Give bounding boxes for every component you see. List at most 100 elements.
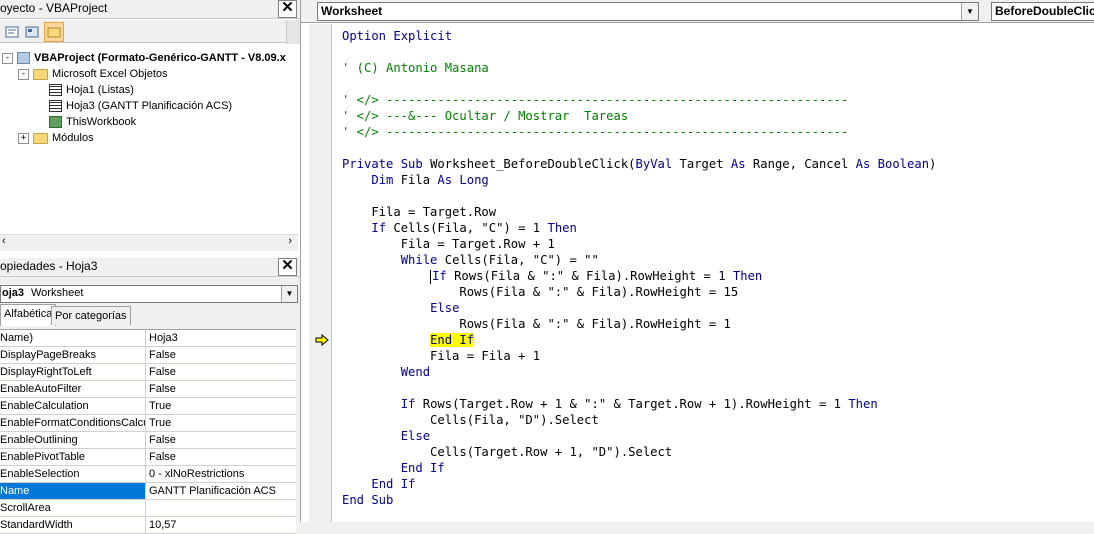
code-line[interactable]: End Sub <box>342 492 393 508</box>
code-line[interactable]: Fila = Fila + 1 <box>342 348 540 364</box>
property-value[interactable]: True <box>149 415 296 431</box>
object-combo[interactable]: Worksheet ▼ <box>317 2 979 21</box>
properties-object-combo[interactable]: oja3 Worksheet ▼ <box>0 285 298 303</box>
tree-node-2[interactable]: Hoja1 (Listas) <box>34 82 134 98</box>
property-value[interactable]: True <box>149 398 296 414</box>
property-value[interactable]: False <box>149 432 296 448</box>
tree-node-3[interactable]: Hoja3 (GANTT Planificación ACS) <box>34 98 232 114</box>
project-hscrollbar[interactable]: ‹ › <box>0 234 298 251</box>
tree-node-5[interactable]: + Módulos <box>18 130 94 146</box>
code-line[interactable]: Else <box>342 300 459 316</box>
code-line[interactable]: If Rows(Target.Row + 1 & ":" & Target.Ro… <box>342 396 878 412</box>
dropdown-arrow-icon[interactable]: ▼ <box>281 286 297 302</box>
view-object-icon[interactable] <box>22 22 42 42</box>
code-line[interactable]: End If <box>342 332 475 348</box>
tree-node-1[interactable]: - Microsoft Excel Objetos <box>18 66 168 82</box>
property-value[interactable]: 10,57 <box>149 517 296 533</box>
property-value[interactable] <box>149 500 296 516</box>
property-row[interactable]: Name) Hoja3 <box>0 330 296 347</box>
code-line[interactable]: End If <box>342 476 415 492</box>
code-line[interactable]: Rows(Fila & ":" & Fila).RowHeight = 1 <box>342 316 731 332</box>
code-line[interactable]: ' </> ----------------------------------… <box>342 124 848 140</box>
code-token: Range, Cancel <box>745 157 856 171</box>
project-toolbar <box>0 20 300 43</box>
close-icon[interactable]: ✕ <box>278 0 297 18</box>
property-row[interactable]: EnablePivotTable False <box>0 449 296 466</box>
tree-node-label: Hoja1 (Listas) <box>66 84 134 96</box>
procedure-combo[interactable]: BeforeDoubleClick <box>991 2 1094 21</box>
property-row[interactable]: EnableFormatConditionsCalcula True <box>0 415 296 432</box>
code-line[interactable]: ' </> ----------------------------------… <box>342 92 848 108</box>
code-token: Private Sub <box>342 157 431 171</box>
code-token: Rows(Fila & ":" & Fila).RowHeight = 15 <box>342 285 739 299</box>
property-value[interactable]: 0 - xlNoRestrictions <box>149 466 296 482</box>
tree-node-0[interactable]: - VBAProject (Formato-Genérico-GANTT - V8… <box>2 50 286 66</box>
view-code-icon[interactable] <box>2 22 22 42</box>
code-line[interactable]: End If <box>342 460 445 476</box>
property-row[interactable]: Name GANTT Planificación ACS <box>0 483 296 500</box>
properties-window: opiedades - Hoja3 ✕ oja3 Worksheet ▼ Alf… <box>0 258 301 534</box>
code-token: ByVal <box>635 157 673 171</box>
code-line[interactable]: Rows(Fila & ":" & Fila).RowHeight = 15 <box>342 284 738 300</box>
expander-icon[interactable]: + <box>18 132 29 144</box>
property-name: ScrollArea <box>0 500 146 516</box>
code-line[interactable]: Wend <box>342 364 430 380</box>
property-row[interactable]: EnableCalculation True <box>0 398 296 415</box>
property-name: EnableAutoFilter <box>0 381 146 397</box>
sheet-icon <box>49 84 62 96</box>
scroll-left-icon[interactable]: ‹ <box>2 235 6 247</box>
tree-node-label: ThisWorkbook <box>66 116 137 128</box>
toggle-folders-icon[interactable] <box>44 22 64 42</box>
code-line[interactable]: Dim Fila As Long <box>342 172 488 188</box>
code-line[interactable]: Option Explicit <box>342 28 452 44</box>
tab-por-categorias[interactable]: Por categorías <box>51 306 131 325</box>
property-value[interactable]: False <box>149 364 296 380</box>
code-line[interactable]: Cells(Fila, "D").Select <box>342 412 599 428</box>
close-icon[interactable]: ✕ <box>278 258 297 276</box>
code-token: ' </> ----------------------------------… <box>342 93 849 107</box>
code-line[interactable]: Fila = Target.Row + 1 <box>342 236 555 252</box>
code-line[interactable]: Private Sub Worksheet_BeforeDoubleClick(… <box>342 156 936 172</box>
property-row[interactable]: EnableOutlining False <box>0 432 296 449</box>
expander-icon[interactable]: - <box>2 52 13 64</box>
dropdown-arrow-icon[interactable]: ▼ <box>961 3 978 20</box>
code-token: Else <box>400 429 431 443</box>
code-line[interactable]: ' (C) Antonio Masana <box>342 60 489 76</box>
property-row[interactable]: ScrollArea <box>0 500 296 517</box>
object-type: Worksheet <box>31 287 84 299</box>
tab-alfabetica[interactable]: Alfabética <box>0 304 57 326</box>
property-row[interactable]: DisplayPageBreaks False <box>0 347 296 364</box>
code-line[interactable]: Else <box>342 428 430 444</box>
property-row[interactable]: EnableAutoFilter False <box>0 381 296 398</box>
expander-icon[interactable]: - <box>18 68 29 80</box>
property-value[interactable]: False <box>149 347 296 363</box>
tree-node-4[interactable]: ThisWorkbook <box>34 114 136 130</box>
code-margin[interactable] <box>309 24 332 522</box>
property-value[interactable]: GANTT Planificación ACS <box>149 483 296 499</box>
tree-node-label: Módulos <box>52 132 94 144</box>
property-value[interactable]: Hoja3 <box>149 330 296 346</box>
code-line[interactable]: ' </> ---&--- Ocultar / Mostrar Tareas <box>342 108 628 124</box>
code-token: ' (C) Antonio Masana <box>342 61 489 75</box>
property-row[interactable]: StandardWidth 10,57 <box>0 517 296 534</box>
code-line[interactable]: If Cells(Fila, "C") = 1 Then <box>342 220 576 236</box>
code-token: Else <box>430 301 460 315</box>
project-scrollbar[interactable] <box>286 20 300 44</box>
scroll-right-icon[interactable]: › <box>288 235 292 247</box>
code-token: Rows(Fila & ":" & Fila).RowHeight = 1 <box>446 269 733 283</box>
project-explorer-title: oyecto - VBAProject <box>0 1 108 15</box>
code-token: Fila = Target.Row <box>342 205 497 219</box>
property-value[interactable]: False <box>149 381 296 397</box>
code-line[interactable]: If Rows(Fila & ":" & Fila).RowHeight = 1… <box>342 268 762 284</box>
code-token: Worksheet_BeforeDoubleClick( <box>430 157 636 171</box>
property-value[interactable]: False <box>149 449 296 465</box>
code-token: Cells(Target.Row + 1, "D").Select <box>342 445 673 459</box>
code-line[interactable]: Cells(Target.Row + 1, "D").Select <box>342 444 672 460</box>
property-row[interactable]: DisplayRightToLeft False <box>0 364 296 381</box>
property-row[interactable]: EnableSelection 0 - xlNoRestrictions <box>0 466 296 483</box>
code-line[interactable]: Fila = Target.Row <box>342 204 496 220</box>
code-line[interactable]: While Cells(Fila, "C") = "" <box>342 252 599 268</box>
